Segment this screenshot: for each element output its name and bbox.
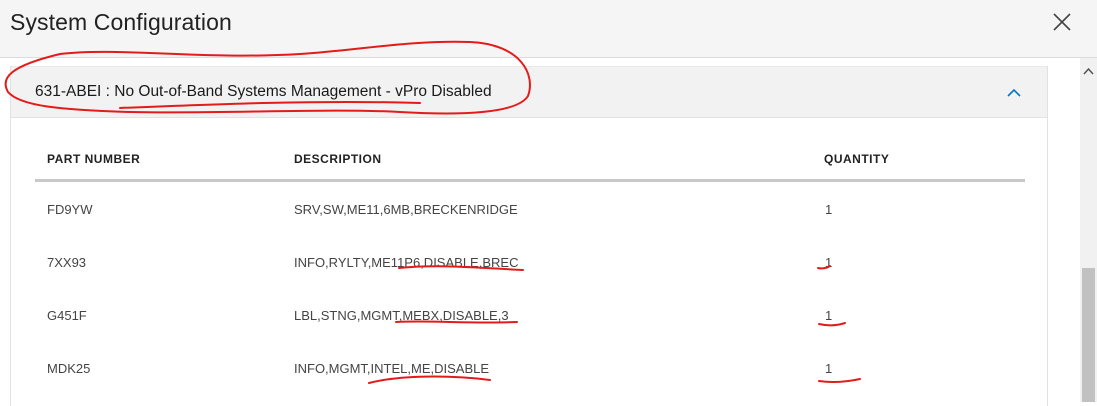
accordion-header[interactable]: 631-ABEI : No Out-of-Band Systems Manage…: [11, 66, 1047, 118]
quantity-cell: 1: [825, 255, 833, 270]
part-number-cell: FD9YW: [47, 202, 93, 217]
dialog-body: 631-ABEI : No Out-of-Band Systems Manage…: [0, 58, 1080, 406]
part-number-cell: MDK25: [47, 361, 91, 376]
configuration-accordion: 631-ABEI : No Out-of-Band Systems Manage…: [10, 66, 1048, 406]
chevron-up-icon: [1083, 67, 1094, 75]
column-header-quantity: QUANTITY: [824, 152, 890, 166]
close-icon: [1053, 13, 1071, 31]
quantity-cell: 1: [825, 361, 833, 376]
scroll-up-arrow[interactable]: [1083, 62, 1094, 75]
collapse-button[interactable]: [1005, 85, 1023, 99]
description-cell: INFO,MGMT,INTEL,ME,DISABLE: [294, 361, 490, 376]
dialog-title: System Configuration: [10, 9, 232, 35]
quantity-cell: 1: [825, 202, 833, 217]
dialog-header: System Configuration: [0, 0, 1097, 58]
description-cell: SRV,SW,ME11,6MB,BRECKENRIDGE: [294, 202, 518, 217]
part-number-cell: 7XX93: [47, 255, 87, 270]
part-number-cell: G451F: [47, 308, 87, 323]
vertical-scrollbar[interactable]: [1080, 58, 1097, 402]
accordion-title: 631-ABEI : No Out-of-Band Systems Manage…: [35, 83, 492, 100]
column-header-description: DESCRIPTION: [294, 152, 382, 166]
scrollbar-thumb[interactable]: [1082, 268, 1095, 402]
column-header-part-number: PART NUMBER: [47, 152, 141, 166]
description-cell: LBL,STNG,MGMT,MEBX,DISABLE,3: [294, 308, 509, 323]
chevron-up-icon: [1007, 88, 1021, 97]
close-button[interactable]: [1046, 6, 1078, 38]
quantity-cell: 1: [825, 308, 833, 323]
table-header-divider: [35, 179, 1025, 182]
description-cell: INFO,RYLTY,ME11P6,DISABLE,BREC: [294, 255, 519, 270]
